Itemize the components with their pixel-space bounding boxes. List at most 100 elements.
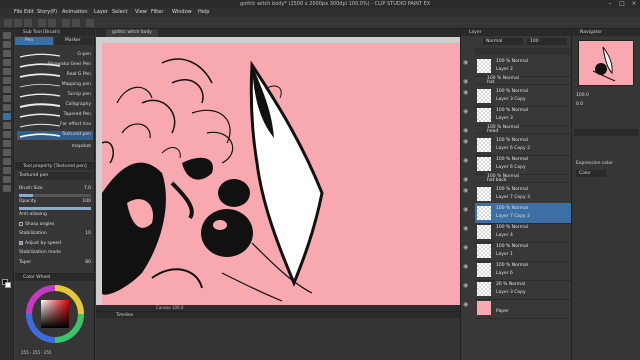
layer-row[interactable]: 100 % Normal Layer 6 Copy	[475, 154, 571, 175]
eraser-tool-icon[interactable]	[3, 104, 11, 111]
adjust-speed-row[interactable]: Adjust by speed	[19, 240, 93, 248]
layer-row[interactable]: 100 % Normal Layer 2	[475, 56, 571, 77]
visibility-eye-icon[interactable]: ◉	[463, 207, 471, 213]
menu-select[interactable]: Select	[112, 9, 127, 15]
menu-window[interactable]: Window	[172, 9, 192, 15]
sharp-angles-checkbox[interactable]	[19, 221, 23, 226]
layer-name[interactable]: Layer 1	[496, 252, 513, 257]
frame-tool-icon[interactable]	[3, 149, 11, 156]
brush-size-value[interactable]: 7.0	[84, 185, 91, 193]
visibility-eye-icon[interactable]: ◉	[463, 139, 471, 145]
layer-name[interactable]: Layer 3	[496, 116, 513, 121]
layer-folder[interactable]: 100 % Normal hat	[475, 75, 571, 85]
layer-name[interactable]: Layer 4	[496, 233, 513, 238]
visibility-eye-icon[interactable]: ◉	[463, 177, 471, 183]
menu-filter[interactable]: Filter	[151, 9, 163, 15]
brush-item[interactable]: mapsket	[17, 143, 93, 152]
pencil-tool-icon[interactable]	[3, 77, 11, 84]
gradient-tool-icon[interactable]	[3, 131, 11, 138]
layer-name[interactable]: Layer 3 Copy	[496, 97, 526, 102]
layer-row[interactable]: 26 % Normal Layer 3 Copy	[475, 279, 571, 300]
taper-value[interactable]: 80	[85, 259, 91, 267]
layer-name[interactable]: Layer 6	[496, 271, 513, 276]
close-icon[interactable]: ×	[628, 0, 640, 8]
layer-row[interactable]: 100 % Normal Layer 7 Copy 2	[475, 203, 571, 224]
menu-help[interactable]: Help	[198, 9, 209, 15]
layer-opacity[interactable]: 100	[527, 38, 567, 45]
layer-row[interactable]: 100 % Normal Layer 4	[475, 222, 571, 243]
maximize-icon[interactable]: □	[616, 0, 628, 8]
expression-color-select[interactable]: Color	[576, 170, 606, 177]
document-tab[interactable]: gothic witch body	[106, 29, 158, 37]
visibility-eye-icon[interactable]: ◉	[463, 60, 471, 66]
brush-item[interactable]: Real G Pen	[17, 71, 93, 80]
layer-row[interactable]: 100 % Normal Layer 6	[475, 260, 571, 281]
brush-size-slider[interactable]	[19, 194, 91, 197]
brush-item-selected[interactable]: Textured pen	[17, 131, 93, 140]
opacity-value[interactable]: 100	[82, 198, 91, 206]
layer-row[interactable]: 100 % Normal Layer 1	[475, 241, 571, 262]
sub-color-swatch[interactable]	[5, 282, 11, 288]
layer-row[interactable]: 100 % Normal Layer 3 Copy	[475, 86, 571, 107]
brush-item[interactable]: For effect line	[17, 121, 93, 130]
correct-line-tool-icon[interactable]	[3, 185, 11, 192]
clear-icon[interactable]	[62, 19, 70, 27]
eyedropper-tool-icon[interactable]	[3, 59, 11, 66]
figure-tool-icon[interactable]	[3, 140, 11, 147]
menu-view[interactable]: View	[135, 9, 147, 15]
move-tool-icon[interactable]	[3, 41, 11, 48]
menu-animation[interactable]: Animation	[62, 9, 88, 15]
minimize-icon[interactable]: –	[604, 0, 616, 8]
visibility-eye-icon[interactable]: ◉	[463, 90, 471, 96]
visibility-eye-icon[interactable]: ◉	[463, 302, 471, 308]
opacity-slider[interactable]	[19, 207, 91, 210]
redo-icon[interactable]	[48, 19, 56, 27]
layer-row[interactable]: 100 % Normal Layer 6 Copy 2	[475, 135, 571, 156]
layer-folder[interactable]: 100 % Normal head	[475, 124, 571, 134]
visibility-eye-icon[interactable]: ◉	[463, 109, 471, 115]
adjust-speed-checkbox[interactable]	[19, 240, 23, 245]
brush-item[interactable]: Tapered Pen	[17, 111, 93, 120]
visibility-eye-icon[interactable]: ◉	[463, 79, 471, 85]
transform-icon[interactable]	[72, 19, 80, 27]
stabilization-value[interactable]: 10	[85, 230, 91, 238]
layer-name[interactable]: hat back	[487, 178, 507, 183]
nav-zoom[interactable]: 100.0	[576, 93, 589, 98]
layer-name[interactable]: Layer 6 Copy 2	[496, 146, 530, 151]
brush-item[interactable]: G-pen	[17, 51, 93, 60]
new-icon[interactable]	[4, 19, 12, 27]
navigator-preview[interactable]	[578, 40, 634, 86]
layer-folder[interactable]: 100 % Normal hat back	[475, 173, 571, 183]
brush-item[interactable]: Shinwaka Geer Pen	[17, 61, 93, 70]
layer-name[interactable]: Layer 2	[496, 67, 513, 72]
tab-marker[interactable]: Marker	[55, 37, 93, 45]
menu-layer[interactable]: Layer	[94, 9, 108, 15]
text-tool-icon[interactable]	[3, 167, 11, 174]
layer-row[interactable]: 100 % Normal Layer 7 Copy 3	[475, 184, 571, 205]
layer-paper[interactable]: Paper	[475, 298, 571, 319]
menu-file[interactable]: File	[14, 9, 22, 15]
airbrush-tool-icon[interactable]	[3, 95, 11, 102]
nav-rotation[interactable]: 0.0	[576, 102, 583, 107]
sharp-angles-row[interactable]: Sharp angles	[19, 221, 93, 229]
layer-name[interactable]: Layer 7 Copy 3	[496, 195, 530, 200]
layer-row[interactable]: 100 % Normal Layer 3	[475, 105, 571, 126]
open-icon[interactable]	[14, 19, 22, 27]
layer-name[interactable]: Paper	[496, 309, 509, 314]
layer-name[interactable]: Layer 3 Copy	[496, 290, 526, 295]
menu-edit[interactable]: Edit	[24, 9, 34, 15]
brush-item[interactable]: Mapping pen	[17, 81, 93, 90]
brush-item[interactable]: Turnip pen	[17, 91, 93, 100]
visibility-eye-icon[interactable]: ◉	[463, 264, 471, 270]
visibility-eye-icon[interactable]: ◉	[463, 245, 471, 251]
layer-name[interactable]: Layer 7 Copy 2	[496, 214, 530, 219]
visibility-eye-icon[interactable]: ◉	[463, 226, 471, 232]
tab-pen[interactable]: Pen	[15, 37, 53, 45]
selection-tool-icon[interactable]	[3, 50, 11, 57]
save-icon[interactable]	[24, 19, 32, 27]
layer-name[interactable]: head	[487, 129, 498, 134]
deselect-icon[interactable]	[86, 19, 94, 27]
pen-tool-icon[interactable]	[3, 68, 11, 75]
visibility-eye-icon[interactable]: ◉	[463, 188, 471, 194]
drawing-canvas[interactable]	[102, 43, 460, 305]
